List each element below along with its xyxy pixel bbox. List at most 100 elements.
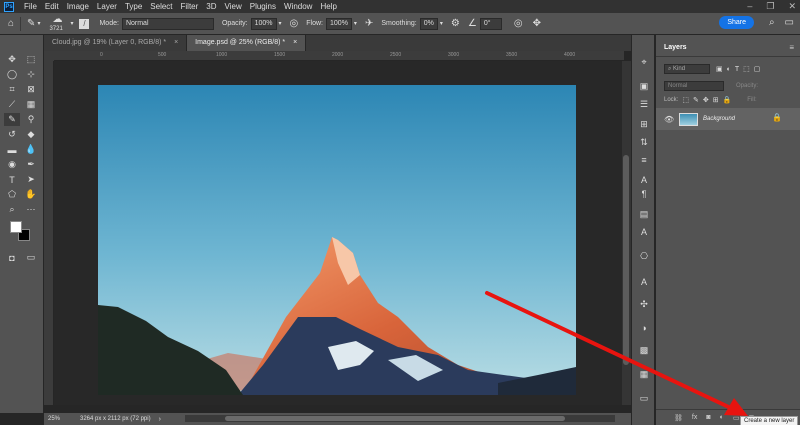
lock-icons[interactable]: ⬚✎✥⊞🔒 <box>682 96 735 104</box>
lock-icon[interactable]: 🔒 <box>772 113 782 122</box>
patterns-icon[interactable]: ✣ <box>636 297 652 311</box>
menu-file[interactable]: File <box>20 2 41 11</box>
link-icon[interactable]: ⛓ <box>674 414 683 422</box>
menu-layer[interactable]: Layer <box>93 2 121 11</box>
character-styles-icon[interactable]: A <box>636 225 652 239</box>
pressure-size-icon[interactable]: ◎ <box>514 18 523 29</box>
brush-tool-icon[interactable]: ✎ <box>27 18 35 29</box>
share-button[interactable]: Share <box>719 16 754 29</box>
menu-image[interactable]: Image <box>63 2 93 11</box>
chevron-down-icon[interactable]: ▾ <box>70 20 73 27</box>
workspace-icon[interactable]: ▭ <box>785 17 794 28</box>
symmetry-icon[interactable]: ✥ <box>533 18 541 29</box>
history-brush-icon[interactable]: ↺ <box>4 128 20 141</box>
visibility-eye-icon[interactable]: 👁 <box>664 115 674 124</box>
vertical-scrollbar[interactable] <box>622 61 631 405</box>
brush-settings-icon[interactable]: / <box>79 18 90 29</box>
close-icon[interactable]: × <box>174 39 178 46</box>
brush-preset-picker[interactable]: ☁ 3721 <box>48 14 70 34</box>
menu-select[interactable]: Select <box>146 2 176 11</box>
history-icon[interactable]: ⌖ <box>636 55 652 69</box>
brush-icon[interactable]: ✎ <box>4 113 20 126</box>
menu-help[interactable]: Help <box>316 2 340 11</box>
pen-icon[interactable]: ✒ <box>23 158 39 171</box>
gradient-icon[interactable]: ▬ <box>4 143 20 156</box>
adjustments-icon[interactable]: ☰ <box>636 97 652 111</box>
tab-cloud[interactable]: Cloud.jpg @ 19% (Layer 0, RGB/8) * × <box>44 35 188 51</box>
paragraph-icon[interactable]: ¶ <box>636 187 652 201</box>
add-mask-icon[interactable]: ◙ <box>706 414 710 421</box>
chevron-right-icon[interactable]: › <box>159 416 161 423</box>
path-select-icon[interactable]: ➤ <box>23 173 39 186</box>
chevron-down-icon[interactable]: ▾ <box>354 20 357 27</box>
menu-filter[interactable]: Filter <box>177 2 203 11</box>
dodge-icon[interactable]: ◉ <box>4 158 20 171</box>
quick-mask-icon[interactable]: ◘ <box>4 251 20 264</box>
fx-icon[interactable]: fx <box>692 414 697 421</box>
airbrush-icon[interactable]: ✈ <box>365 18 373 29</box>
pressure-opacity-icon[interactable]: ◎ <box>290 18 299 29</box>
blend-mode-select[interactable]: Normal <box>664 81 724 91</box>
group-icon[interactable]: ▭ <box>733 414 740 422</box>
search-icon[interactable]: ⌕ <box>769 17 775 28</box>
mountain-photo[interactable] <box>98 85 576 395</box>
panel-menu-icon[interactable]: ≡ <box>789 43 794 52</box>
menu-3d[interactable]: 3D <box>202 2 220 11</box>
angle-field[interactable]: 0° <box>479 17 502 30</box>
channels-icon[interactable]: ⇅ <box>636 135 652 149</box>
canvas-area[interactable] <box>54 61 622 405</box>
adjustment-layer-icon[interactable]: ◐ <box>720 414 724 421</box>
object-select-icon[interactable]: ⊹ <box>23 68 39 81</box>
filter-icons[interactable]: ▣◐T⬚▢ <box>716 65 764 73</box>
gear-icon[interactable]: ⚙ <box>451 18 460 29</box>
brushes-icon[interactable]: ▭ <box>636 391 652 405</box>
opacity-field[interactable]: 100% <box>250 17 277 30</box>
maximize-icon[interactable]: ❐ <box>766 1 774 12</box>
close-icon[interactable]: × <box>293 39 297 46</box>
eraser-icon[interactable]: ◆ <box>23 128 39 141</box>
more-icon[interactable]: ⋯ <box>23 203 39 216</box>
color-icon[interactable]: ◑ <box>636 321 652 335</box>
glyphs-icon[interactable]: ▤ <box>636 207 652 221</box>
frame-icon[interactable]: ⊠ <box>23 83 39 96</box>
eyedropper-icon[interactable]: ⟋ <box>4 98 20 111</box>
mode-select[interactable]: Normal <box>121 17 214 30</box>
zoom-icon[interactable]: ⌕ <box>4 203 20 216</box>
layer-background[interactable]: 👁 Background 🔒 <box>656 108 800 130</box>
minimize-icon[interactable]: – <box>747 1 752 12</box>
scrollbar-thumb[interactable] <box>225 416 565 421</box>
chevron-down-icon[interactable]: ▾ <box>37 20 40 27</box>
stamp-icon[interactable]: ⚲ <box>23 113 39 126</box>
flow-field[interactable]: 100% <box>326 17 352 30</box>
home-icon[interactable]: ⌂ <box>8 18 14 29</box>
hand-icon[interactable]: ✋ <box>23 188 39 201</box>
gradients-icon[interactable]: ▦ <box>636 367 652 381</box>
foreground-color-swatch[interactable] <box>10 221 22 233</box>
shape-icon[interactable]: ⬠ <box>4 188 20 201</box>
menu-plugins[interactable]: Plugins <box>246 2 280 11</box>
healing-icon[interactable]: ▦ <box>23 98 39 111</box>
chevron-down-icon[interactable]: ▾ <box>440 20 443 27</box>
layer-name[interactable]: Background <box>703 116 735 122</box>
menu-edit[interactable]: Edit <box>41 2 63 11</box>
zoom-level[interactable]: 25% <box>44 416 70 422</box>
screen-mode-icon[interactable]: ▭ <box>23 251 39 264</box>
move-icon[interactable]: ✥ <box>4 53 20 66</box>
type-icon[interactable]: T <box>4 173 20 186</box>
properties-icon[interactable]: ▣ <box>636 79 652 93</box>
menu-window[interactable]: Window <box>280 2 316 11</box>
crop-icon[interactable]: ⌗ <box>4 83 20 96</box>
blur-icon[interactable]: 💧 <box>23 143 39 156</box>
type-styles-icon[interactable]: A <box>636 275 652 289</box>
smoothing-field[interactable]: 0% <box>419 17 438 30</box>
character-icon[interactable]: A <box>636 173 652 187</box>
kind-filter[interactable]: ⌕ Kind <box>664 64 710 74</box>
close-icon[interactable]: ✕ <box>788 1 796 12</box>
scrollbar-thumb[interactable] <box>623 155 629 365</box>
layers-panel-title[interactable]: Layers <box>664 44 687 51</box>
tab-image[interactable]: Image.psd @ 25% (RGB/8) * × <box>187 35 307 51</box>
shapes-icon[interactable]: ⎔ <box>636 249 652 263</box>
paths-icon[interactable]: ≡ <box>636 153 652 167</box>
horizontal-scrollbar[interactable] <box>185 415 615 422</box>
chevron-down-icon[interactable]: ▾ <box>279 20 282 27</box>
